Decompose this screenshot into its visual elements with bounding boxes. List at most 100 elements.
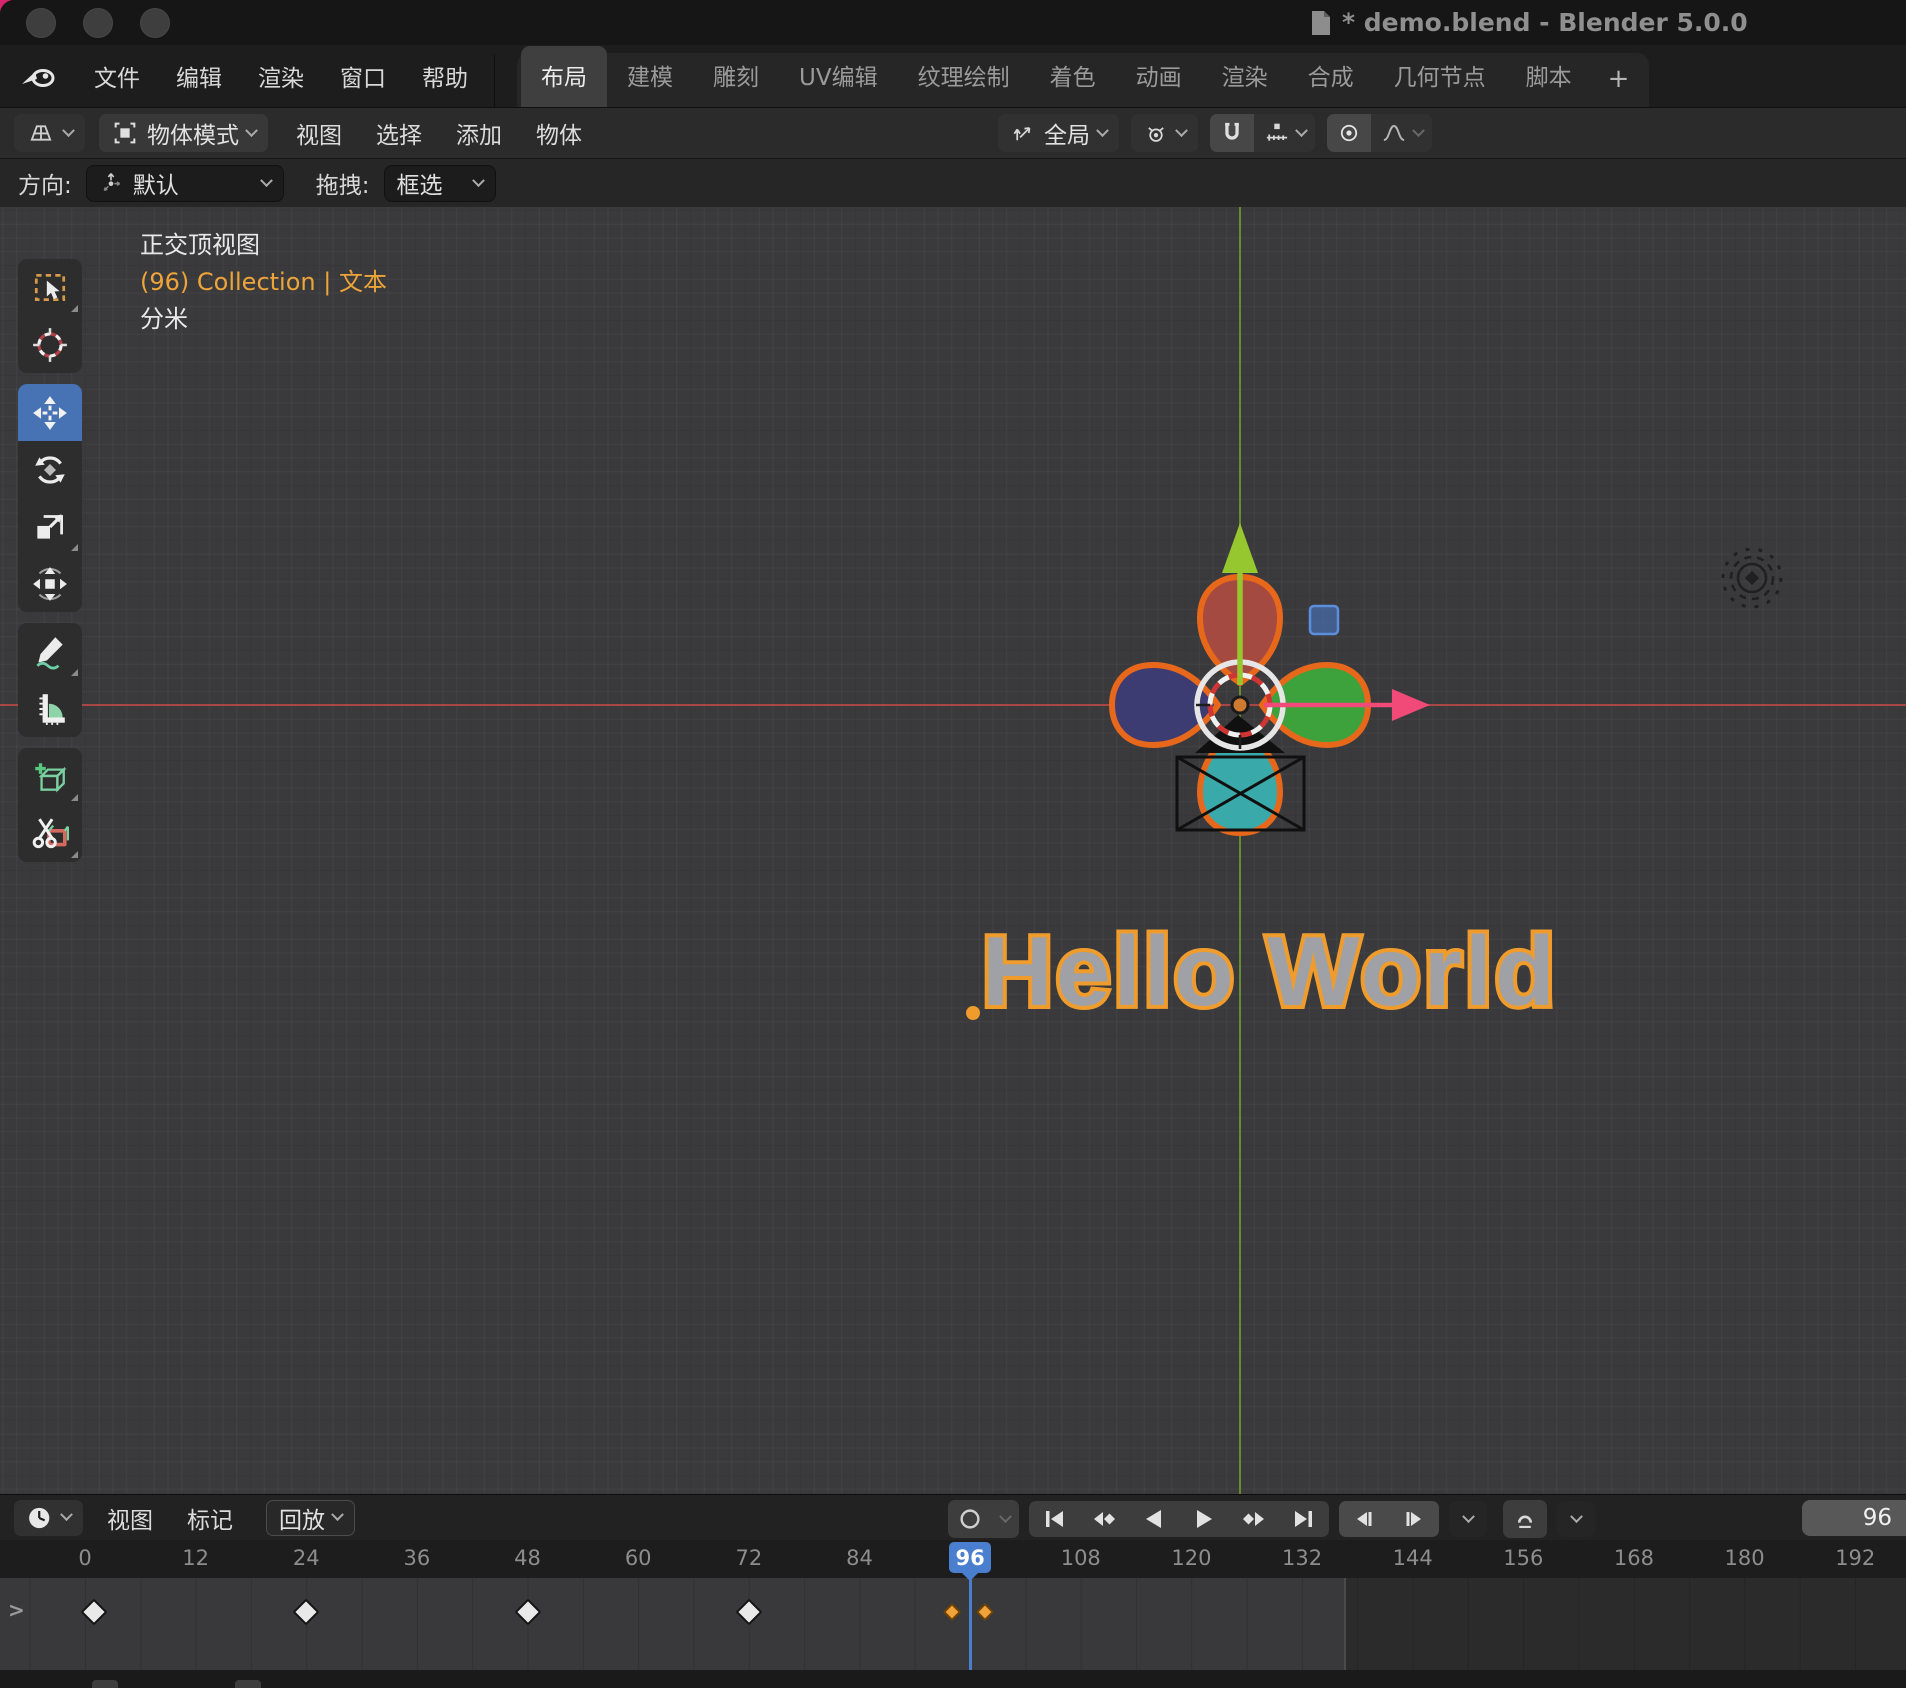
step-back-button[interactable] — [1339, 1501, 1389, 1537]
keyframe-diamond[interactable] — [735, 1599, 762, 1626]
out-of-range-region — [1344, 1578, 1906, 1670]
tab-uv-editing[interactable]: UV编辑 — [779, 46, 898, 107]
move-tool-button[interactable] — [18, 384, 82, 441]
tab-modeling[interactable]: 建模 — [607, 46, 693, 107]
viewport-overlay: 正交顶视图 (96) Collection | 文本 分米 — [140, 227, 387, 338]
editor-type-dropdown[interactable] — [14, 114, 85, 152]
ruler-tick-label: 0 — [78, 1546, 91, 1570]
snap-toggle[interactable] — [1210, 114, 1254, 152]
menu-window[interactable]: 窗口 — [340, 59, 386, 93]
light-object[interactable] — [1723, 549, 1781, 607]
select-menu[interactable]: 选择 — [376, 116, 422, 150]
unit-label: 分米 — [140, 301, 387, 338]
proportional-falloff-dropdown[interactable] — [1371, 114, 1432, 152]
tab-shading[interactable]: 着色 — [1030, 46, 1116, 107]
auto-keying-toggle[interactable] — [948, 1500, 992, 1538]
close-window-button[interactable] — [26, 8, 56, 38]
timeline-marker-menu[interactable]: 标记 — [187, 1501, 233, 1535]
transform-orientation-dropdown[interactable]: 全局 — [998, 114, 1119, 152]
menu-file[interactable]: 文件 — [94, 59, 140, 93]
add-workspace-button[interactable]: + — [1592, 54, 1646, 107]
text-object-hello-world[interactable]: Hello World — [982, 916, 1558, 1026]
playback-sync-dropdown[interactable] — [1449, 1501, 1487, 1537]
current-frame-badge[interactable]: 96 — [949, 1542, 991, 1573]
statusbar-fragment — [235, 1680, 261, 1688]
jump-to-start-button[interactable] — [1029, 1501, 1079, 1537]
tab-compositing[interactable]: 合成 — [1288, 46, 1374, 107]
ruler-tick-label: 180 — [1725, 1546, 1765, 1570]
next-keyframe-button[interactable] — [1229, 1501, 1279, 1537]
keyframe-diamond[interactable] — [293, 1599, 320, 1626]
3d-cursor-icon — [31, 326, 69, 364]
drag-mode-dropdown[interactable]: 框选 — [384, 165, 496, 202]
tab-layout[interactable]: 布局 — [521, 46, 607, 107]
rotate-icon — [31, 451, 69, 489]
ruler-tick-label: 144 — [1393, 1546, 1433, 1570]
cursor-tool-button[interactable] — [18, 316, 82, 373]
view-menu[interactable]: 视图 — [296, 116, 342, 150]
add-cube-tool-button[interactable] — [18, 748, 82, 805]
ruler-tick-label: 24 — [293, 1546, 320, 1570]
step-forward-button[interactable] — [1389, 1501, 1439, 1537]
menu-render[interactable]: 渲染 — [258, 59, 304, 93]
scene-canvas[interactable]: Hello World — [0, 207, 1906, 1494]
ruler-tick-label: 60 — [625, 1546, 652, 1570]
tab-rendering[interactable]: 渲染 — [1202, 46, 1288, 107]
snap-settings-dropdown[interactable] — [1254, 114, 1315, 152]
mode-dropdown[interactable]: 物体模式 — [99, 114, 268, 152]
minimize-window-button[interactable] — [83, 8, 113, 38]
tab-sculpting[interactable]: 雕刻 — [693, 46, 779, 107]
channel-expand-arrow[interactable]: > — [8, 1598, 25, 1622]
keyframe-diamond[interactable] — [514, 1599, 541, 1626]
cut-tool-button[interactable] — [18, 805, 82, 862]
selected-keyframe-diamond[interactable] — [976, 1603, 994, 1621]
timeline-editor-dropdown[interactable] — [14, 1500, 83, 1536]
3d-viewport[interactable]: Hello World 正交顶视图 (96) Collection | 文本 分… — [0, 207, 1906, 1494]
orientation-axes-icon — [1010, 120, 1036, 146]
menu-help[interactable]: 帮助 — [422, 59, 468, 93]
viewport-header: 物体模式 视图 选择 添加 物体 全局 — [0, 107, 1906, 158]
add-menu[interactable]: 添加 — [456, 116, 502, 150]
timeline-ruler[interactable]: 0122436486072841081201321441561681801929… — [0, 1540, 1906, 1578]
timeline-view-menu[interactable]: 视图 — [107, 1501, 153, 1535]
ruler-tick-label: 48 — [514, 1546, 541, 1570]
current-frame-field[interactable]: 96 — [1802, 1500, 1906, 1536]
tab-texture-paint[interactable]: 纹理绘制 — [898, 46, 1030, 107]
playback-popover-button[interactable]: 回放 — [266, 1500, 355, 1536]
tab-geometry-nodes[interactable]: 几何节点 — [1374, 46, 1506, 107]
keyframe-diamond[interactable] — [81, 1599, 108, 1626]
object-menu[interactable]: 物体 — [536, 116, 582, 150]
selected-keyframe-diamond[interactable] — [942, 1603, 960, 1621]
timeline-snap-dropdown[interactable] — [1557, 1501, 1595, 1537]
rotate-tool-button[interactable] — [18, 441, 82, 498]
proportional-editing-toggle[interactable] — [1327, 114, 1371, 152]
pivot-point-dropdown[interactable] — [1131, 114, 1198, 152]
timeline-channels[interactable]: > — [0, 1578, 1906, 1670]
tab-scripting[interactable]: 脚本 — [1506, 46, 1592, 107]
play-reverse-button[interactable] — [1129, 1501, 1179, 1537]
playback-label: 回放 — [279, 1501, 325, 1535]
jump-to-end-button[interactable] — [1279, 1501, 1329, 1537]
prev-keyframe-button[interactable] — [1079, 1501, 1129, 1537]
timeline-snap-toggle[interactable] — [1503, 1500, 1547, 1538]
annotate-pencil-icon — [31, 633, 69, 671]
zoom-window-button[interactable] — [140, 8, 170, 38]
tab-animation[interactable]: 动画 — [1116, 46, 1202, 107]
auto-keying-dropdown[interactable] — [992, 1500, 1019, 1538]
timeline-snap-icon — [1512, 1506, 1538, 1532]
scissors-cut-icon — [31, 815, 69, 853]
annotate-tool-button[interactable] — [18, 623, 82, 680]
add-cube-icon — [31, 758, 69, 796]
playhead-line[interactable] — [969, 1578, 972, 1670]
scale-tool-button[interactable] — [18, 498, 82, 555]
play-button[interactable] — [1179, 1501, 1229, 1537]
move-icon — [31, 394, 69, 432]
drag-orientation-dropdown[interactable]: 默认 — [86, 165, 284, 202]
measure-tool-button[interactable] — [18, 680, 82, 737]
tool-settings-bar: 方向: 默认 拖拽: 框选 — [0, 158, 1906, 207]
snap-increment-icon — [1263, 119, 1291, 147]
select-box-tool-button[interactable] — [18, 259, 82, 316]
menu-edit[interactable]: 编辑 — [176, 59, 222, 93]
transform-tool-button[interactable] — [18, 555, 82, 612]
gizmo-plane-handle[interactable] — [1310, 606, 1338, 634]
